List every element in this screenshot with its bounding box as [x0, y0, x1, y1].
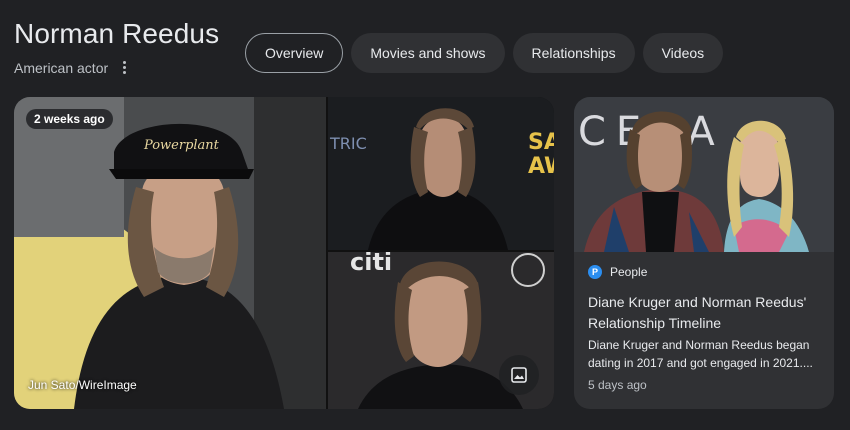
news-snippet: Diane Kruger and Norman Reedus began dat…: [588, 338, 813, 370]
entity-tabs: Overview Movies and shows Relationships …: [245, 33, 724, 73]
news-card-image: CERA: [574, 97, 834, 252]
page-title: Norman Reedus: [14, 18, 220, 49]
tab-movies-and-shows[interactable]: Movies and shows: [351, 33, 505, 73]
image-time-badge: 2 weeks ago: [26, 109, 113, 129]
news-headline[interactable]: Diane Kruger and Norman Reedus' Relation…: [588, 292, 824, 334]
entity-subtitle: American actor: [14, 60, 109, 76]
backdrop-text-3: AW: [528, 154, 554, 179]
backdrop-text-citi: citi: [350, 252, 392, 276]
tab-relationships[interactable]: Relationships: [512, 33, 635, 73]
more-options-icon[interactable]: [116, 57, 132, 77]
tab-videos[interactable]: Videos: [642, 33, 724, 73]
backdrop-text-2: SA: [528, 130, 554, 155]
news-source: P People: [588, 265, 647, 279]
news-timestamp: 5 days ago: [588, 378, 647, 392]
people-logo-icon: P: [588, 265, 602, 279]
tab-overview[interactable]: Overview: [245, 33, 344, 73]
red-carpet-photo-top[interactable]: TRIC SA AW: [328, 97, 554, 250]
image-credit: Jun Sato/WireImage: [28, 378, 137, 392]
news-card[interactable]: CERA P People Diane Kruger and Norman Re…: [574, 97, 834, 409]
main-photo[interactable]: Powerplant: [14, 97, 326, 409]
image-search-button[interactable]: [499, 355, 539, 395]
cap-logo-text: Powerplant: [143, 138, 220, 153]
image-collage: Powerplant TRIC SA AW citi 2: [14, 97, 554, 409]
news-source-name: People: [610, 265, 648, 279]
backdrop-text-1: TRIC: [329, 134, 367, 153]
image-icon: [511, 367, 527, 383]
